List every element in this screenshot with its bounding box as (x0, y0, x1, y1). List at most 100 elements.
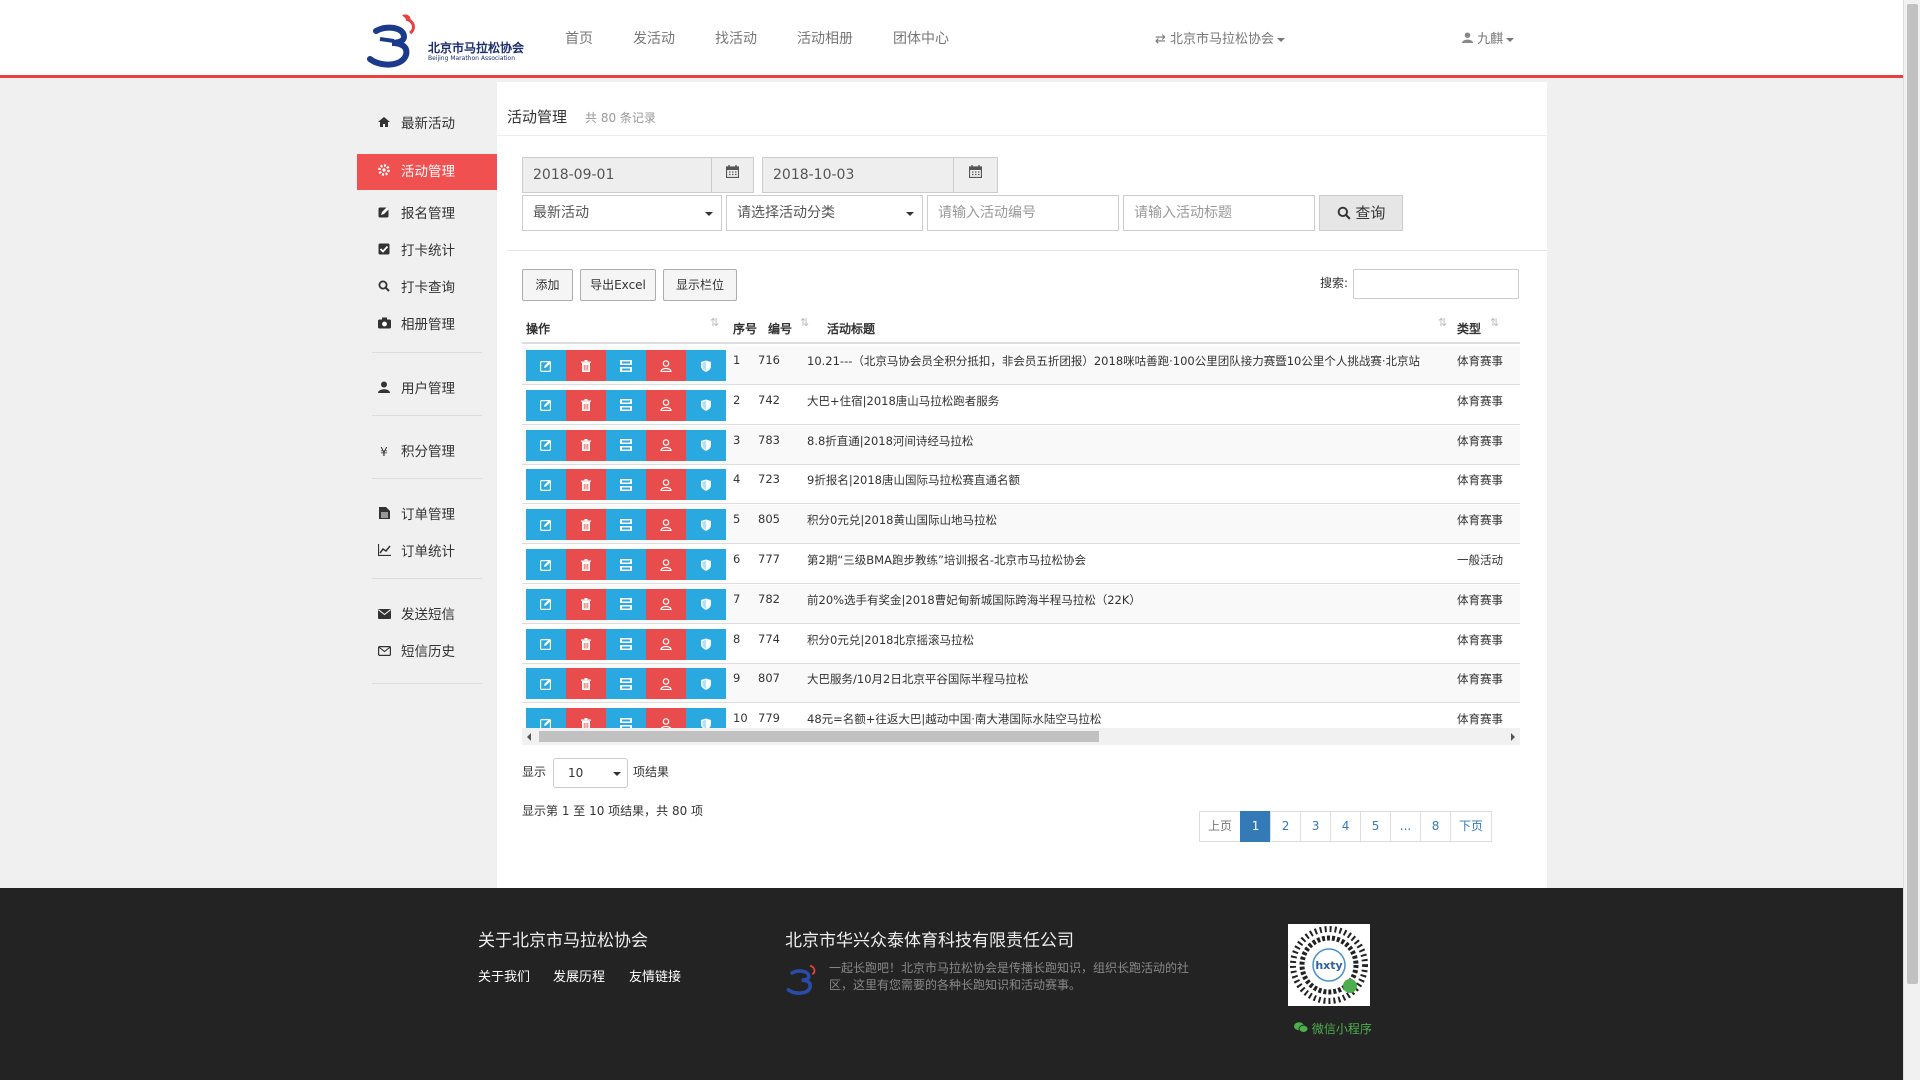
sort-icon[interactable]: ⇅ (1490, 316, 1499, 329)
header-ops[interactable]: 操作 (526, 320, 550, 337)
qrcode-button[interactable] (606, 588, 646, 620)
permission-button[interactable] (686, 469, 726, 501)
permission-button[interactable] (686, 668, 726, 700)
header-title[interactable]: 活动标题 (827, 320, 875, 337)
registrants-button[interactable] (646, 588, 686, 620)
sidebar-item-users[interactable]: 用户管理 (357, 371, 497, 407)
header-type[interactable]: 类型 (1457, 320, 1481, 337)
edit-button[interactable] (526, 549, 566, 580)
category-select[interactable]: 请选择活动分类 (726, 195, 923, 231)
export-excel-button[interactable]: 导出Excel (580, 269, 656, 301)
query-button[interactable]: 查询 (1319, 195, 1403, 231)
delete-button[interactable] (566, 708, 606, 728)
header-id[interactable]: 编号 (768, 320, 792, 337)
prev-page-button[interactable]: 上页 (1199, 811, 1242, 842)
registrants-button[interactable] (646, 509, 686, 541)
table-horizontal-scrollbar[interactable] (522, 728, 1520, 745)
registrants-button[interactable] (646, 628, 686, 660)
footer-link-history[interactable]: 发展历程 (553, 966, 605, 985)
add-button[interactable]: 添加 (522, 269, 573, 301)
column-visibility-button[interactable]: 显示栏位 (663, 269, 737, 301)
permission-button[interactable] (686, 429, 726, 461)
sort-icon[interactable]: ⇅ (710, 316, 719, 329)
footer-link-about[interactable]: 关于我们 (478, 966, 530, 985)
edit-button[interactable] (526, 429, 566, 461)
sidebar-item-points[interactable]: ¥ 积分管理 (357, 434, 497, 470)
next-page-button[interactable]: 下页 (1450, 811, 1493, 842)
registrants-button[interactable] (646, 668, 686, 700)
page-vertical-scrollbar[interactable] (1903, 0, 1920, 1080)
end-date-picker[interactable] (953, 157, 998, 193)
start-date-picker[interactable] (711, 157, 754, 193)
cell-title[interactable]: 第2期“三级BMA跑步教练”培训报名-北京市马拉松协会 (807, 552, 1437, 568)
qrcode-button[interactable] (606, 628, 646, 660)
cell-title[interactable]: 8.8折直通|2018河间诗经马拉松 (807, 433, 1437, 449)
delete-button[interactable] (566, 509, 606, 541)
page-button[interactable]: ... (1390, 811, 1422, 842)
scrollbar-thumb[interactable] (539, 731, 1099, 742)
delete-button[interactable] (566, 668, 606, 700)
sidebar-item-checkin-stats[interactable]: 打卡统计 (357, 233, 497, 269)
permission-button[interactable] (686, 549, 726, 580)
footer-link-friends[interactable]: 友情链接 (629, 966, 681, 985)
sidebar-item-orders[interactable]: 订单管理 (357, 497, 497, 533)
delete-button[interactable] (566, 549, 606, 580)
activity-id-input[interactable]: 请输入活动编号 (927, 195, 1119, 231)
sidebar-item-latest[interactable]: 最新活动 (357, 106, 497, 142)
qrcode-button[interactable] (606, 429, 646, 461)
sidebar-item-checkin-query[interactable]: 打卡查询 (357, 270, 497, 306)
permission-button[interactable] (686, 628, 726, 660)
end-date-input[interactable]: 2018-10-03 (762, 157, 954, 193)
nav-home[interactable]: 首页 (545, 0, 613, 78)
scroll-left-icon[interactable] (527, 733, 531, 741)
qrcode-button[interactable] (606, 708, 646, 728)
page-length-select[interactable]: 10 (553, 758, 628, 788)
cell-title[interactable]: 积分0元兑|2018黄山国际山地马拉松 (807, 512, 1437, 528)
permission-button[interactable] (686, 708, 726, 728)
registrants-button[interactable] (646, 389, 686, 421)
edit-button[interactable] (526, 389, 566, 421)
logo[interactable]: 北京市马拉松协会 Beijing Marathon Association (366, 11, 546, 71)
sidebar-item-send-sms[interactable]: 发送短信 (357, 597, 497, 633)
registrants-button[interactable] (646, 549, 686, 580)
cell-title[interactable]: 大巴服务/10月2日北京平谷国际半程马拉松 (807, 671, 1437, 687)
edit-button[interactable] (526, 628, 566, 660)
page-button[interactable]: 3 (1300, 811, 1332, 842)
edit-button[interactable] (526, 708, 566, 728)
edit-button[interactable] (526, 509, 566, 541)
permission-button[interactable] (686, 350, 726, 381)
permission-button[interactable] (686, 588, 726, 620)
activity-type-select[interactable]: 最新活动 (522, 195, 722, 231)
qrcode-button[interactable] (606, 509, 646, 541)
sidebar-item-activity-management[interactable]: 活动管理 (357, 154, 504, 190)
nav-album[interactable]: 活动相册 (777, 0, 873, 78)
page-button[interactable]: 2 (1270, 811, 1302, 842)
sort-icon[interactable]: ⇅ (800, 316, 809, 329)
cell-title[interactable]: 48元=名额+往返大巴|越动中国·南大港国际水陆空马拉松 (807, 711, 1437, 727)
delete-button[interactable] (566, 350, 606, 381)
qrcode-button[interactable] (606, 549, 646, 580)
nav-publish-activity[interactable]: 发活动 (613, 0, 695, 78)
edit-button[interactable] (526, 350, 566, 381)
edit-button[interactable] (526, 668, 566, 700)
page-button[interactable]: 4 (1330, 811, 1362, 842)
registrants-button[interactable] (646, 469, 686, 501)
permission-button[interactable] (686, 509, 726, 541)
cell-title[interactable]: 9折报名|2018唐山国际马拉松赛直通名额 (807, 472, 1437, 488)
qrcode-button[interactable] (606, 668, 646, 700)
registrants-button[interactable] (646, 429, 686, 461)
delete-button[interactable] (566, 469, 606, 501)
delete-button[interactable] (566, 389, 606, 421)
table-search-input[interactable] (1353, 269, 1519, 299)
nav-group-center[interactable]: 团体中心 (873, 0, 969, 78)
user-menu-dropdown[interactable]: 九麒 (1462, 28, 1515, 47)
nav-find-activity[interactable]: 找活动 (695, 0, 777, 78)
permission-button[interactable] (686, 389, 726, 421)
header-seq[interactable]: 序号 (733, 320, 757, 337)
page-button[interactable]: 8 (1420, 811, 1452, 842)
page-button[interactable]: 1 (1240, 811, 1272, 842)
cell-title[interactable]: 积分0元兑|2018北京摇滚马拉松 (807, 632, 1437, 648)
delete-button[interactable] (566, 628, 606, 660)
sort-icon[interactable]: ⇅ (1438, 316, 1447, 329)
sidebar-item-album[interactable]: 相册管理 (357, 307, 497, 343)
